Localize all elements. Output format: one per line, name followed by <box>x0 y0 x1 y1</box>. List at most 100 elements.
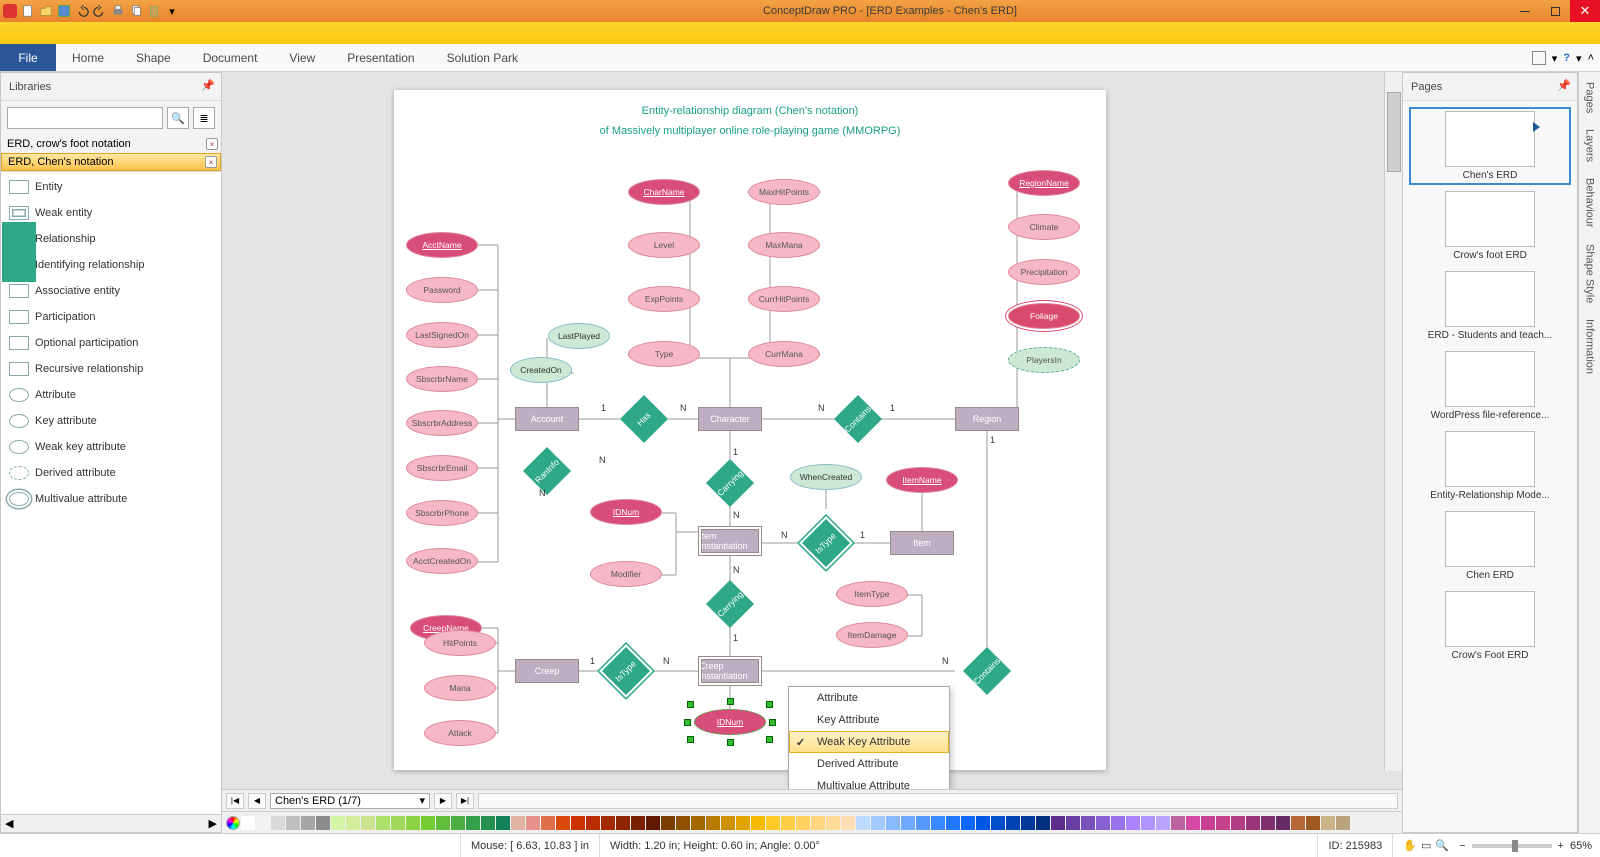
entity-creep[interactable]: Creep <box>515 659 579 683</box>
color-swatch[interactable] <box>556 816 570 830</box>
color-swatch[interactable] <box>1201 816 1215 830</box>
attr-currhitpoints[interactable]: CurrHitPoints <box>748 286 820 312</box>
entity-character[interactable]: Character <box>698 407 762 431</box>
attr-hitpoints[interactable]: HitPoints <box>424 630 496 656</box>
file-tab[interactable]: File <box>0 44 56 71</box>
color-swatch[interactable] <box>586 816 600 830</box>
pin-icon[interactable]: 📌 <box>201 79 215 92</box>
ctx-multivalue-attribute[interactable]: Multivalue Attribute <box>789 775 949 789</box>
color-swatch[interactable] <box>496 816 510 830</box>
color-swatch[interactable] <box>511 816 525 830</box>
attr-playersin[interactable]: PlayersIn <box>1008 347 1080 373</box>
shape-key-attribute[interactable]: Key attribute <box>1 408 221 434</box>
shape-multivalue-attribute[interactable]: Multivalue attribute <box>1 486 221 512</box>
page-thumb-6[interactable]: Chen ERD <box>1411 509 1569 583</box>
color-swatch[interactable] <box>691 816 705 830</box>
color-swatch[interactable] <box>376 816 390 830</box>
color-swatch[interactable] <box>601 816 615 830</box>
rel-has[interactable]: Has <box>621 396 667 442</box>
color-swatch[interactable] <box>526 816 540 830</box>
tab-document[interactable]: Document <box>187 44 274 71</box>
library-search-input[interactable] <box>7 107 163 129</box>
rel-carrying2[interactable]: Carrying <box>707 581 753 627</box>
color-swatch[interactable] <box>391 816 405 830</box>
color-swatch[interactable] <box>1216 816 1230 830</box>
color-swatch[interactable] <box>1096 816 1110 830</box>
color-swatch[interactable] <box>661 816 675 830</box>
rel-istype[interactable]: IsType <box>803 520 849 566</box>
rel-carrying[interactable]: Carrying <box>707 460 753 506</box>
color-swatch[interactable] <box>1066 816 1080 830</box>
tab-home[interactable]: Home <box>56 44 120 71</box>
color-swatch[interactable] <box>301 816 315 830</box>
color-swatch[interactable] <box>901 816 915 830</box>
chevron-up-icon[interactable]: ˄ <box>1588 52 1594 64</box>
sheet-selector[interactable]: Chen's ERD (1/7)▾ <box>270 793 430 809</box>
color-swatch[interactable] <box>1051 816 1065 830</box>
attr-type[interactable]: Type <box>628 341 700 367</box>
attr-precipitation[interactable]: Precipitation <box>1008 259 1080 285</box>
color-swatch[interactable] <box>541 816 555 830</box>
vtab-behaviour[interactable]: Behaviour <box>1582 172 1598 234</box>
vtab-pages[interactable]: Pages <box>1582 76 1598 119</box>
color-swatch[interactable] <box>241 816 255 830</box>
page-thumb-1[interactable]: Chen's ERD <box>1411 109 1569 183</box>
vertical-scrollbar[interactable] <box>1384 72 1402 771</box>
ctx-attribute[interactable]: Attribute <box>789 687 949 709</box>
library-file-chen[interactable]: ERD, Chen's notation× <box>1 153 221 171</box>
shape-optional-participation[interactable]: Optional participation <box>1 330 221 356</box>
color-swatch[interactable] <box>976 816 990 830</box>
sheet-last-button[interactable]: ▶| <box>456 793 474 809</box>
entity-creep-inst[interactable]: Creep Instantiation <box>698 656 762 686</box>
attr-acctcreatedon[interactable]: AcctCreatedOn <box>406 548 478 574</box>
color-swatch[interactable] <box>466 816 480 830</box>
entity-account[interactable]: Account <box>515 407 579 431</box>
minimize-button[interactable] <box>1510 0 1540 22</box>
shape-participation[interactable]: Participation <box>1 304 221 330</box>
color-swatch[interactable] <box>1231 816 1245 830</box>
color-swatch[interactable] <box>826 816 840 830</box>
color-swatch[interactable] <box>436 816 450 830</box>
color-swatch[interactable] <box>916 816 930 830</box>
color-swatch[interactable] <box>1081 816 1095 830</box>
libraries-hscroll[interactable]: ◀▶ <box>1 814 221 832</box>
attr-foliage[interactable]: Foliage <box>1008 303 1080 329</box>
tab-view[interactable]: View <box>273 44 331 71</box>
ctx-weak-key-attribute[interactable]: ✓Weak Key Attribute <box>789 731 949 753</box>
ctx-derived-attribute[interactable]: Derived Attribute <box>789 753 949 775</box>
color-swatch[interactable] <box>1006 816 1020 830</box>
pin-icon[interactable]: 📌 <box>1557 79 1571 92</box>
library-view-button[interactable]: ≣ <box>193 107 215 129</box>
selected-shape[interactable]: IDNum <box>690 704 770 740</box>
color-swatch[interactable] <box>1111 816 1125 830</box>
attr-modifier[interactable]: Modifier <box>590 561 662 587</box>
search-button[interactable]: 🔍 <box>167 107 189 129</box>
color-swatch[interactable] <box>421 816 435 830</box>
attr-whencreated[interactable]: WhenCreated <box>790 464 862 490</box>
color-swatch[interactable] <box>631 816 645 830</box>
color-swatch[interactable] <box>451 816 465 830</box>
attr-sbscrbrphone[interactable]: SbscrbrPhone <box>406 500 478 526</box>
color-swatch[interactable] <box>1336 816 1350 830</box>
attr-lastsignedon[interactable]: LastSignedOn <box>406 322 478 348</box>
attr-exppoints[interactable]: ExpPoints <box>628 286 700 312</box>
pan-tool-icon[interactable]: ✋ <box>1403 839 1417 852</box>
vtab-layers[interactable]: Layers <box>1582 123 1598 168</box>
color-swatch[interactable] <box>781 816 795 830</box>
attr-maxmana[interactable]: MaxMana <box>748 232 820 258</box>
color-swatch[interactable] <box>856 816 870 830</box>
qa-new-icon[interactable] <box>20 3 36 19</box>
color-swatch[interactable] <box>1261 816 1275 830</box>
page-thumb-2[interactable]: Crow's foot ERD <box>1411 189 1569 263</box>
canvas[interactable]: Entity-relationship diagram (Chen's nota… <box>222 72 1402 789</box>
attr-sbscrbremail[interactable]: SbscrbrEmail <box>406 455 478 481</box>
attr-lastplayed[interactable]: LastPlayed <box>548 323 610 349</box>
attr-password[interactable]: Password <box>406 277 478 303</box>
color-swatch[interactable] <box>331 816 345 830</box>
color-swatch[interactable] <box>766 816 780 830</box>
color-swatch[interactable] <box>571 816 585 830</box>
tab-shape[interactable]: Shape <box>120 44 187 71</box>
attr-charname[interactable]: CharName <box>628 179 700 205</box>
color-swatch[interactable] <box>1156 816 1170 830</box>
palette-menu-icon[interactable] <box>226 816 240 830</box>
